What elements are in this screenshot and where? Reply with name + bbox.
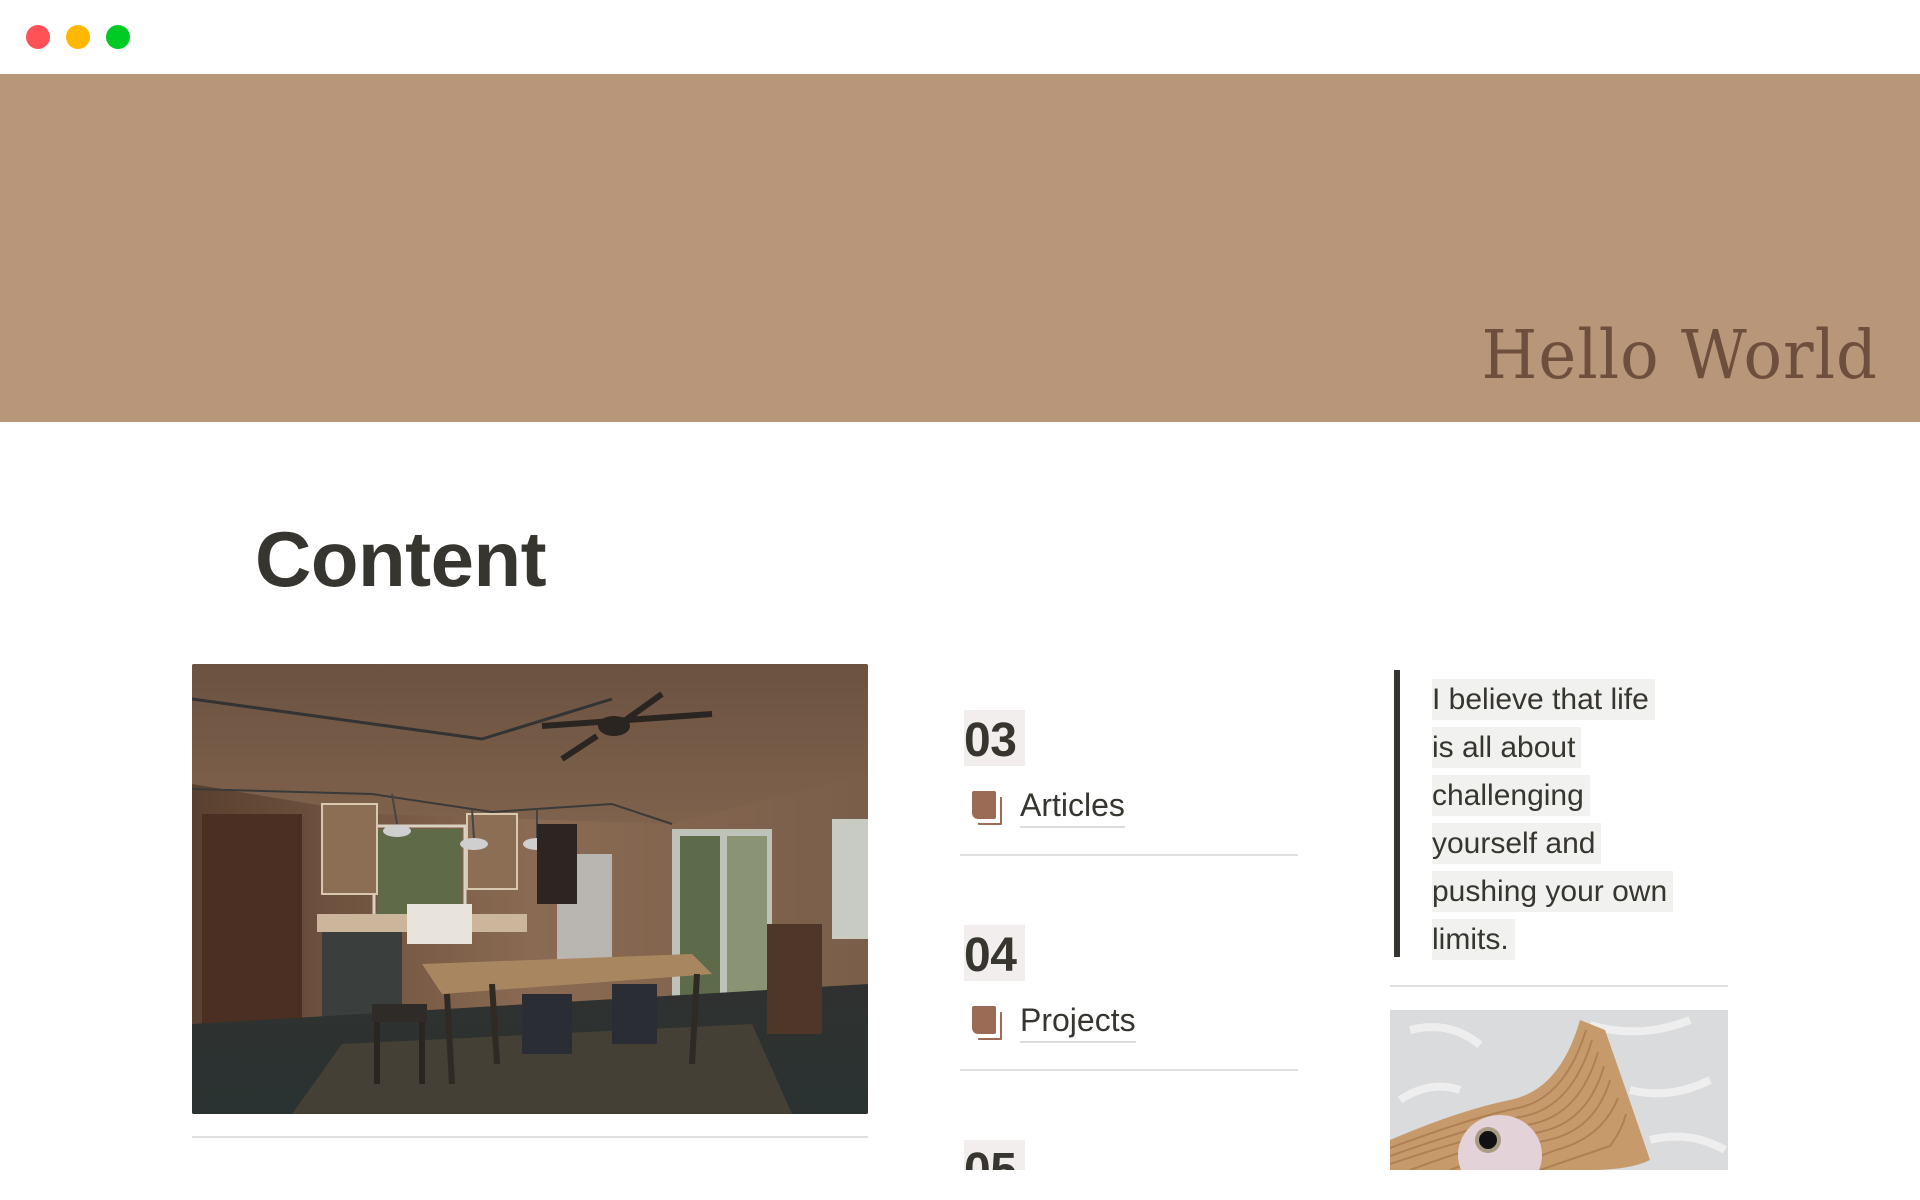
articles-divider — [960, 854, 1298, 856]
page-title: Content — [255, 515, 547, 603]
section-number-badge: 04 — [964, 925, 1025, 981]
quote-line: is all about — [1432, 727, 1582, 768]
quote-line: yourself and — [1432, 823, 1602, 864]
projects-divider — [960, 1069, 1298, 1071]
section-number: 04 — [964, 929, 1017, 981]
cover-banner: Hello World — [0, 74, 1920, 422]
kitchen-photo-graphic — [192, 664, 868, 1114]
left-column-divider — [192, 1136, 868, 1138]
section-number-badge: 05 — [964, 1140, 1025, 1170]
wave-tray-graphic — [1390, 1010, 1728, 1170]
projects-link-label[interactable]: Projects — [1020, 1003, 1136, 1043]
articles-link[interactable]: Articles — [972, 788, 1125, 828]
quote-divider — [1390, 985, 1728, 987]
section-number: 03 — [964, 714, 1017, 766]
quote-block: I believe that life is all about challen… — [1394, 670, 1734, 960]
quote-text: I believe that life is all about challen… — [1432, 670, 1734, 964]
page-icon — [972, 791, 1004, 825]
window-titlebar — [0, 0, 1920, 74]
projects-link[interactable]: Projects — [972, 1003, 1136, 1043]
kitchen-photo — [192, 664, 868, 1114]
banner-title: Hello World — [1481, 317, 1878, 395]
close-window-button[interactable] — [26, 25, 50, 49]
quote-line: pushing your own — [1432, 871, 1674, 912]
articles-link-label[interactable]: Articles — [1020, 788, 1125, 828]
wave-tray-photo — [1390, 1010, 1728, 1170]
minimize-window-button[interactable] — [66, 25, 90, 49]
section-number: 05 — [964, 1144, 1017, 1170]
maximize-window-button[interactable] — [106, 25, 130, 49]
page-icon — [972, 1006, 1004, 1040]
section-number-badge: 03 — [964, 710, 1025, 766]
quote-line: limits. — [1432, 919, 1515, 960]
quote-line: challenging — [1432, 775, 1590, 816]
quote-line: I believe that life — [1432, 679, 1655, 720]
